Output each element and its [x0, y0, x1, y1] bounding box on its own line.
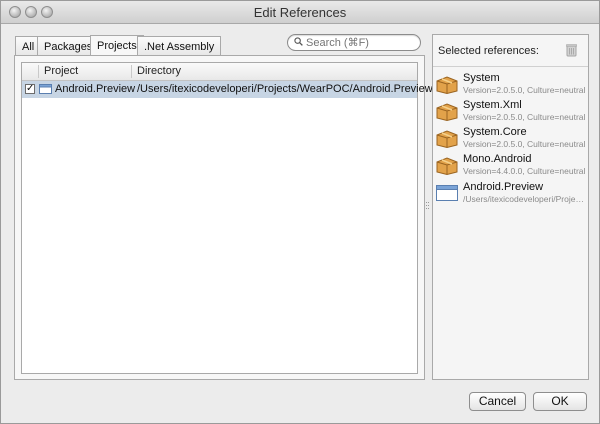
selected-references-title: Selected references:	[438, 45, 539, 57]
package-box-icon	[436, 103, 458, 121]
cancel-button[interactable]: Cancel	[469, 392, 526, 411]
column-divider	[38, 65, 39, 78]
table-header: Project Directory	[22, 63, 417, 81]
include-checkbox[interactable]: ✓	[25, 84, 35, 94]
selected-references-panel: Selected references: System Version=2.0.…	[432, 34, 589, 380]
reference-name: System.Core	[463, 126, 527, 138]
package-box-icon	[436, 130, 458, 148]
search-box[interactable]	[287, 34, 421, 51]
splitter-handle[interactable]	[426, 202, 429, 210]
ok-button[interactable]: OK	[533, 392, 587, 411]
table-row[interactable]: ✓ Android.Preview /Users/itexicodevelope…	[22, 81, 433, 98]
project-name-cell: Android.Preview	[55, 83, 136, 95]
project-window-icon	[39, 84, 52, 94]
column-divider[interactable]	[131, 65, 132, 78]
selected-reference-item[interactable]: System.Core Version=2.0.5.0, Culture=neu…	[435, 126, 587, 152]
trash-icon[interactable]	[566, 43, 577, 57]
projects-tab-panel: Project Directory ✓ Android.Preview /Use…	[14, 55, 433, 380]
directory-cell: /Users/itexicodeveloperi/Projects/WearPO…	[137, 83, 433, 95]
reference-detail: Version=2.0.5.0, Culture=neutral	[463, 112, 586, 122]
tab-net-assembly[interactable]: .Net Assembly	[137, 36, 222, 56]
reference-name: Mono.Android	[463, 153, 532, 165]
reference-detail: Version=4.4.0.0, Culture=neutral	[463, 166, 586, 176]
selected-reference-item[interactable]: Android.Preview /Users/itexicodeveloperi…	[435, 181, 587, 207]
edit-references-dialog: Edit References All Packages Projects .N…	[0, 0, 600, 424]
projects-table: Project Directory ✓ Android.Preview /Use…	[21, 62, 433, 374]
search-input[interactable]	[306, 36, 416, 49]
search-icon	[294, 37, 303, 46]
selected-reference-item[interactable]: System.Xml Version=2.0.5.0, Culture=neut…	[435, 99, 587, 125]
package-box-icon	[436, 157, 458, 175]
reference-detail: /Users/itexicodeveloperi/Projects/WearPO…	[463, 194, 587, 204]
reference-detail: Version=2.0.5.0, Culture=neutral	[463, 85, 586, 95]
project-window-icon	[436, 185, 458, 201]
reference-detail: Version=2.0.5.0, Culture=neutral	[463, 139, 586, 149]
selected-reference-item[interactable]: Mono.Android Version=4.4.0.0, Culture=ne…	[435, 153, 587, 179]
selected-references-header: Selected references:	[433, 35, 588, 67]
reference-name: System.Xml	[463, 99, 522, 111]
selected-reference-item[interactable]: System Version=2.0.5.0, Culture=neutral	[435, 72, 587, 98]
window-title: Edit References	[253, 5, 347, 20]
title-bar: Edit References	[1, 1, 599, 24]
column-header-directory[interactable]: Directory	[137, 63, 181, 80]
package-box-icon	[436, 76, 458, 94]
reference-name: Android.Preview	[463, 181, 544, 193]
column-header-project[interactable]: Project	[44, 63, 78, 80]
tab-projects[interactable]: Projects	[90, 35, 144, 56]
reference-name: System	[463, 72, 500, 84]
